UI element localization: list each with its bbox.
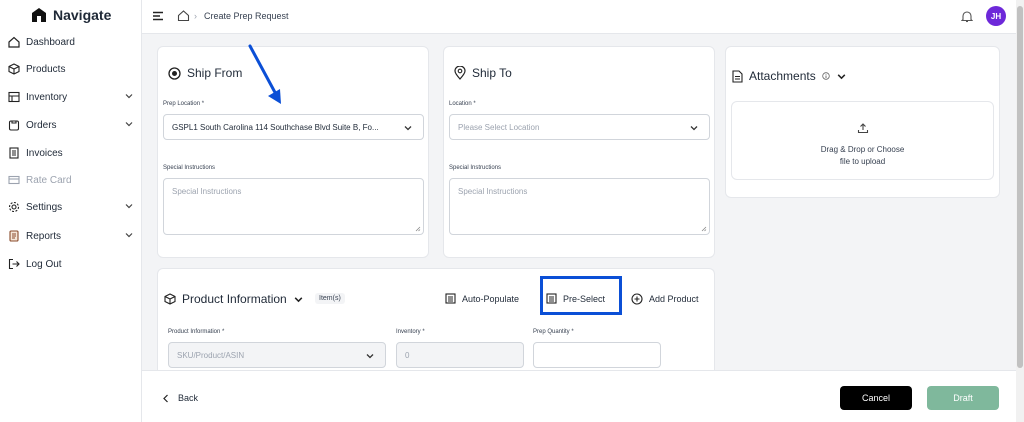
list-icon [445, 293, 456, 304]
ship-from-instructions-label: Special Instructions [163, 165, 216, 171]
location-label: Location * [449, 101, 476, 107]
prep-quantity-input[interactable] [533, 342, 661, 368]
page-scrollbar[interactable] [1016, 0, 1024, 422]
product-information-label: Product Information * [168, 329, 225, 335]
product-information-title[interactable]: Product Information [164, 292, 304, 306]
sidebar-item-label: Log Out [26, 258, 62, 270]
ship-from-instructions-input[interactable]: Special Instructions [163, 178, 424, 235]
items-badge: Item(s) [315, 293, 345, 304]
chevron-down-icon [125, 204, 133, 209]
box-icon [164, 293, 176, 305]
breadcrumb-separator: › [194, 11, 197, 21]
auto-populate-button[interactable]: Auto-Populate [445, 293, 519, 304]
back-button[interactable]: Back [162, 393, 198, 403]
sidebar-item-invoices[interactable]: Invoices [0, 142, 142, 164]
sidebar-item-label: Products [26, 63, 66, 75]
sidebar-item-rate-card[interactable]: Rate Card [0, 169, 142, 191]
prep-quantity-label: Prep Quantity * [533, 329, 574, 335]
radio-target-icon [168, 66, 181, 80]
ship-to-card: Ship To Location * Please Select Locatio… [443, 46, 715, 258]
dropzone-text-line1: Drag & Drop or Choose [820, 145, 905, 154]
sidebar-item-label: Inventory [26, 91, 68, 103]
chevron-down-icon [690, 126, 698, 131]
sidebar-item-products[interactable]: Products [0, 58, 142, 80]
sidebar-item-logout[interactable]: Log Out [0, 253, 142, 275]
sidebar-item-label: Rate Card [26, 174, 72, 186]
file-dropzone[interactable]: Drag & Drop or Choose file to upload [731, 101, 994, 180]
breadcrumb-home-icon[interactable] [177, 9, 190, 22]
bell-icon[interactable] [961, 10, 973, 23]
logout-icon [7, 257, 21, 271]
info-icon[interactable] [822, 72, 830, 80]
location-pin-icon [454, 66, 466, 80]
cancel-button[interactable]: Cancel [840, 386, 912, 410]
chevron-left-icon [163, 394, 168, 402]
chevron-down-icon [125, 233, 133, 238]
ship-from-title: Ship From [168, 66, 242, 80]
prep-location-select[interactable]: GSPL1 South Carolina 114 Southchase Blvd… [163, 114, 424, 140]
attachments-title[interactable]: Attachments [732, 69, 847, 83]
box-icon [7, 62, 21, 76]
sidebar-item-label: Reports [26, 230, 62, 242]
brand-name: Navigate [53, 7, 112, 23]
sidebar-item-orders[interactable]: Orders [0, 114, 142, 136]
inventory-icon [7, 90, 21, 104]
rate-card-icon [7, 173, 21, 187]
draft-button[interactable]: Draft [927, 386, 999, 410]
document-icon [732, 69, 743, 83]
resize-handle-icon[interactable] [415, 226, 421, 232]
annotation-arrow-icon [248, 44, 281, 104]
top-bar: › Create Prep Request JH [142, 0, 1016, 34]
reports-icon [7, 229, 21, 243]
dropzone-text-line2: file to upload [839, 157, 886, 166]
chevron-down-icon [366, 354, 374, 359]
chevron-down-icon [294, 296, 303, 302]
inventory-label: Inventory * [396, 329, 425, 335]
sidebar-item-reports[interactable]: Reports [0, 225, 142, 247]
ship-to-title: Ship To [454, 66, 512, 80]
sidebar: Navigate Dashboard Products Inventory Or… [0, 0, 142, 422]
ship-to-instructions-label: Special Instructions [449, 165, 502, 171]
brand[interactable]: Navigate [0, 0, 141, 30]
ship-to-instructions-input[interactable]: Special Instructions [449, 178, 710, 235]
sidebar-item-label: Invoices [26, 147, 63, 159]
resize-handle-icon[interactable] [701, 226, 707, 232]
sidebar-item-inventory[interactable]: Inventory [0, 86, 142, 108]
pre-select-highlight-box [540, 276, 622, 315]
sidebar-item-settings[interactable]: Settings [0, 196, 142, 218]
chevron-down-icon [404, 126, 412, 131]
upload-icon [857, 123, 869, 134]
chevron-down-icon [125, 94, 133, 99]
product-information-card: Product Information Item(s) Auto-Populat… [157, 268, 715, 370]
ship-from-card: Ship From Prep Location * GSPL1 South Ca… [157, 46, 429, 258]
chevron-down-icon [837, 73, 846, 79]
invoice-icon [7, 146, 21, 160]
location-select[interactable]: Please Select Location [449, 114, 710, 140]
attachments-card: Attachments Drag & Drop or Choose file t… [725, 46, 1000, 198]
footer-bar: Back Cancel Draft [142, 370, 1016, 422]
sidebar-item-label: Settings [26, 201, 63, 213]
add-circle-icon [631, 293, 643, 305]
orders-icon [7, 118, 21, 132]
avatar[interactable]: JH [986, 6, 1006, 26]
product-select[interactable]: SKU/Product/ASIN [168, 342, 386, 368]
prep-location-label: Prep Location * [163, 101, 205, 107]
add-product-button[interactable]: Add Product [631, 293, 699, 305]
inventory-input[interactable]: 0 [396, 342, 524, 368]
sidebar-item-label: Orders [26, 119, 57, 131]
home-icon [7, 35, 21, 49]
navigate-logo-icon [32, 8, 46, 22]
chevron-down-icon [125, 122, 133, 127]
breadcrumb-title: Create Prep Request [204, 11, 289, 21]
sidebar-item-dashboard[interactable]: Dashboard [0, 31, 142, 53]
sidebar-item-label: Dashboard [26, 36, 75, 48]
scrollbar-thumb[interactable] [1017, 6, 1023, 368]
gear-icon [7, 200, 21, 214]
hamburger-menu-icon[interactable] [152, 10, 164, 22]
